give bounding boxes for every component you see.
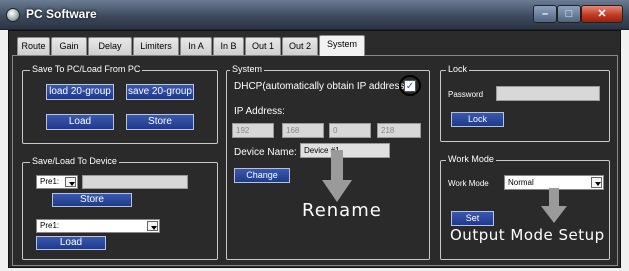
close-button[interactable]: ✕: [581, 5, 623, 23]
work-mode-title: Work Mode: [446, 154, 496, 164]
rename-arrow-icon: [322, 150, 352, 202]
preset-select-1[interactable]: Pre1:: [36, 175, 78, 189]
save-pc-title: Save To PC/Load From PC: [30, 64, 143, 74]
load-from-pc-button[interactable]: Load: [46, 114, 114, 130]
lock-group: [440, 70, 610, 142]
tab-route[interactable]: Route: [17, 37, 50, 55]
maximize-button[interactable]: □: [557, 5, 581, 23]
store-to-device-button[interactable]: Store: [52, 193, 132, 207]
ip-octet-3[interactable]: 0: [329, 123, 371, 138]
load-20-group-button[interactable]: load 20-group: [46, 84, 114, 100]
lock-title: Lock: [446, 64, 470, 74]
password-label: Password: [448, 90, 484, 99]
chevron-down-icon[interactable]: [65, 177, 76, 187]
save-pc-group: [22, 70, 218, 144]
tab-gain[interactable]: Gain: [51, 37, 87, 55]
ip-octet-2[interactable]: 168: [282, 123, 324, 138]
set-button[interactable]: Set: [451, 211, 494, 226]
tab-limiters[interactable]: Limiters: [133, 37, 179, 55]
save-device-title: Save/Load To Device: [30, 156, 119, 166]
chevron-down-icon[interactable]: [147, 221, 158, 231]
rename-annotation: Rename: [302, 200, 382, 221]
work-mode-value: Normal: [508, 178, 534, 187]
load-from-device-button[interactable]: Load: [36, 236, 106, 250]
system-title: System: [230, 64, 265, 74]
chevron-down-icon[interactable]: [591, 177, 602, 188]
output-mode-arrow-icon: [541, 188, 567, 223]
tab-out-2[interactable]: Out 2: [282, 37, 318, 55]
tab-system[interactable]: System: [319, 35, 365, 56]
ip-octet-1[interactable]: 192: [232, 123, 274, 138]
store-to-pc-button[interactable]: Store: [126, 114, 194, 130]
app-icon: [6, 8, 20, 22]
device-name-label: Device Name:: [234, 147, 297, 158]
lock-button[interactable]: Lock: [451, 112, 504, 127]
ip-octet-4[interactable]: 218: [377, 123, 421, 138]
change-button[interactable]: Change: [234, 168, 290, 183]
window-title: PC Software: [26, 7, 97, 21]
preset-select-2[interactable]: Pre1:: [36, 219, 160, 233]
highlight-circle: [399, 75, 421, 96]
ip-address-label: IP Address:: [234, 106, 285, 117]
output-mode-annotation: Output Mode Setup: [450, 226, 605, 244]
preset-select-1-value: Pre1:: [40, 177, 60, 186]
preset-name-field[interactable]: [82, 175, 188, 189]
tab-in-b[interactable]: In B: [213, 37, 244, 55]
password-input[interactable]: [496, 86, 600, 101]
tab-in-a[interactable]: In A: [180, 37, 212, 55]
preset-select-2-value: Pre1:: [40, 221, 60, 230]
tab-out-1[interactable]: Out 1: [245, 37, 281, 55]
minimize-button[interactable]: –: [533, 5, 557, 23]
work-mode-label: Work Mode: [448, 179, 489, 188]
tab-delay[interactable]: Delay: [88, 37, 132, 55]
save-20-group-button[interactable]: save 20-group: [126, 84, 194, 100]
dhcp-label: DHCP(automatically obtain IP address):: [234, 81, 411, 92]
